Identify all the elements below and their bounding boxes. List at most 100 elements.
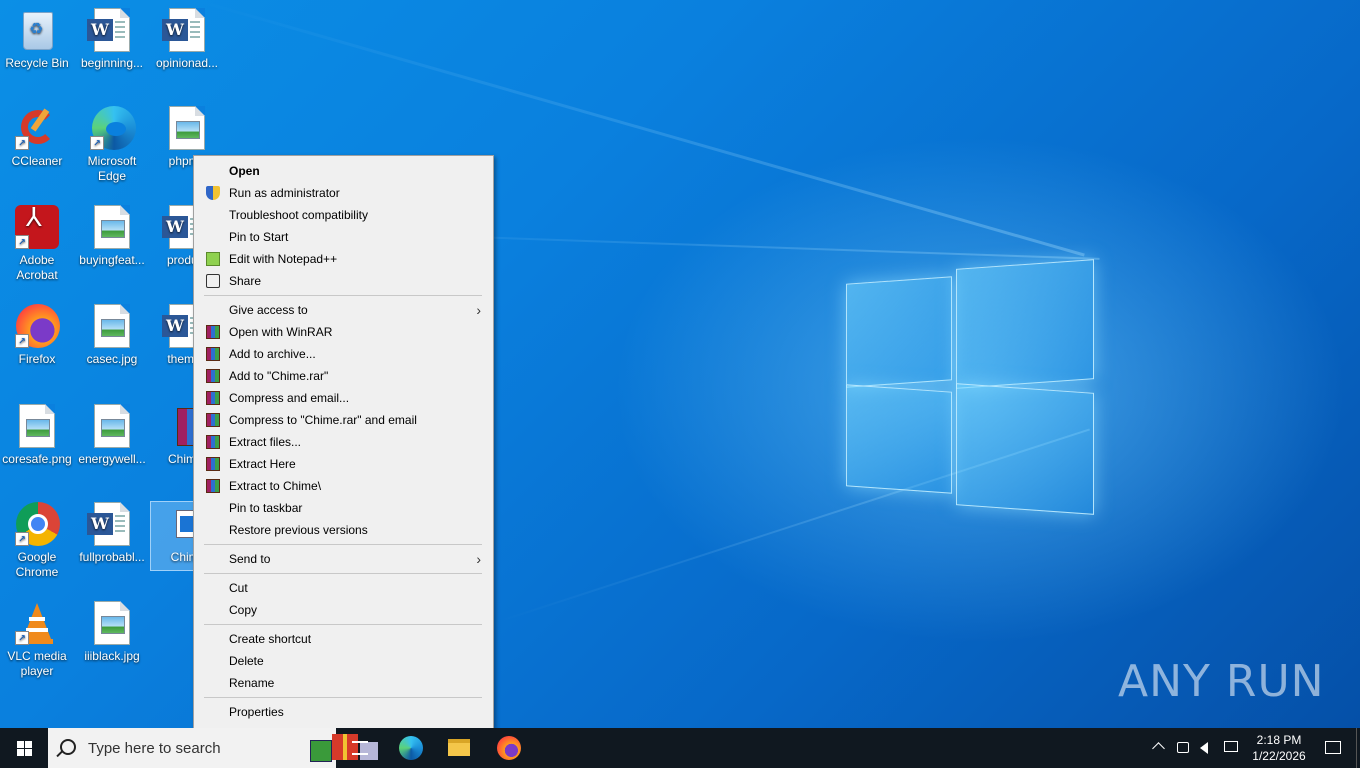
menu-item-restore-versions[interactable]: Restore previous versions [196, 519, 491, 541]
context-menu: Open Run as administrator Troubleshoot c… [193, 155, 494, 729]
winrar-icon [206, 413, 220, 427]
task-view-icon [352, 741, 368, 755]
menu-item-delete[interactable]: Delete [196, 650, 491, 672]
anyrun-watermark: ANY RUN [1118, 656, 1325, 707]
image-file-icon [90, 601, 134, 645]
menu-item-open[interactable]: Open [196, 160, 491, 182]
desktop-icon-label: Recycle Bin [5, 56, 69, 70]
tray-volume-button[interactable] [1197, 728, 1219, 768]
desktop-icon-image[interactable]: buyingfeat... [75, 205, 149, 268]
desktop-icon-doc[interactable]: W fullprobabl... [75, 502, 149, 565]
menu-item-give-access[interactable]: Give access to › [196, 299, 491, 321]
desktop-icon-vlc[interactable]: ↗ VLC media player [0, 601, 74, 679]
desktop-icon-chrome[interactable]: ↗ Google Chrome [0, 502, 74, 580]
desktop-icon-label: casec.jpg [86, 352, 138, 366]
menu-item-pin-to-start[interactable]: Pin to Start [196, 226, 491, 248]
winrar-icon [206, 457, 220, 471]
winrar-icon [206, 325, 220, 339]
menu-item-compress-chime-email[interactable]: Compress to "Chime.rar" and email [196, 409, 491, 431]
image-file-icon [15, 404, 59, 448]
desktop-icon-doc[interactable]: W opinionad... [150, 8, 224, 71]
tray-network-button[interactable] [1221, 728, 1243, 768]
menu-item-edit-notepadpp[interactable]: Edit with Notepad++ [196, 248, 491, 270]
chevron-up-icon [1152, 742, 1165, 755]
network-icon [1224, 741, 1238, 752]
clock-date: 1/22/2026 [1252, 749, 1306, 763]
menu-item-share[interactable]: Share [196, 270, 491, 292]
winrar-icon [206, 435, 220, 449]
winrar-icon [206, 479, 220, 493]
windows-start-icon [17, 741, 32, 756]
desktop-icon-edge[interactable]: ↗ Microsoft Edge [75, 106, 149, 184]
show-desktop-button[interactable] [1356, 728, 1360, 768]
taskbar-file-explorer-button[interactable] [436, 728, 482, 768]
submenu-chevron-icon: › [476, 551, 481, 567]
shortcut-arrow-icon: ↗ [15, 631, 29, 645]
taskbar-search-box[interactable]: Type here to search [48, 728, 378, 768]
desktop-icon-image[interactable]: energywell... [75, 404, 149, 467]
notification-icon [1325, 741, 1341, 754]
submenu-chevron-icon: › [476, 302, 481, 318]
desktop-icon-label: beginning... [80, 56, 144, 70]
image-file-icon [90, 304, 134, 348]
desktop-icon-doc[interactable]: W beginning... [75, 8, 149, 71]
firefox-icon [497, 736, 521, 760]
desktop-icon-firefox[interactable]: ↗ Firefox [0, 304, 74, 367]
menu-item-add-to-chime-rar[interactable]: Add to "Chime.rar" [196, 365, 491, 387]
task-view-button[interactable] [337, 728, 383, 768]
desktop-icon-acrobat[interactable]: ⅄ ↗ Adobe Acrobat [0, 205, 74, 283]
desktop-icon-label: buyingfeat... [79, 253, 145, 267]
desktop-icon-recycle-bin[interactable]: ♻ Recycle Bin [0, 8, 74, 71]
desktop-icon-label: Microsoft Edge [87, 154, 137, 183]
desktop-icon-ccleaner[interactable]: ↗ CCleaner [0, 106, 74, 169]
menu-item-extract-to-chime[interactable]: Extract to Chime\ [196, 475, 491, 497]
menu-item-properties[interactable]: Properties [196, 701, 491, 723]
menu-item-compress-email[interactable]: Compress and email... [196, 387, 491, 409]
chrome-icon: ↗ [15, 502, 60, 546]
desktop-icon-image[interactable]: casec.jpg [75, 304, 149, 367]
desktop-icon-label: Firefox [18, 352, 56, 366]
menu-item-troubleshoot[interactable]: Troubleshoot compatibility [196, 204, 491, 226]
winrar-icon [206, 347, 220, 361]
image-file-icon [165, 106, 209, 150]
menu-item-send-to[interactable]: Send to › [196, 548, 491, 570]
desktop-icon-image[interactable]: coresafe.png [0, 404, 74, 467]
ccleaner-icon: ↗ [15, 106, 59, 150]
menu-item-create-shortcut[interactable]: Create shortcut [196, 628, 491, 650]
taskbar-edge-button[interactable] [388, 728, 434, 768]
acrobat-icon: ⅄ ↗ [15, 205, 59, 249]
menu-separator [204, 544, 482, 545]
word-document-icon: W [87, 8, 134, 52]
desktop-icon-label: CCleaner [11, 154, 63, 168]
menu-item-cut[interactable]: Cut [196, 577, 491, 599]
word-document-icon: W [162, 8, 209, 52]
menu-item-extract-here[interactable]: Extract Here [196, 453, 491, 475]
word-document-icon: W [87, 502, 134, 546]
action-center-button[interactable] [1310, 728, 1356, 768]
shortcut-arrow-icon: ↗ [90, 136, 104, 150]
tray-meet-now-button[interactable] [1173, 728, 1195, 768]
desktop-icon-label: fullprobabl... [79, 550, 145, 564]
taskbar-firefox-button[interactable] [486, 728, 532, 768]
menu-item-extract-files[interactable]: Extract files... [196, 431, 491, 453]
winrar-icon [206, 369, 220, 383]
share-icon [206, 274, 220, 288]
edge-icon: ↗ [90, 106, 136, 150]
taskbar: Type here to search 2:18 PM 1/22/2026 [0, 728, 1360, 768]
menu-item-pin-to-taskbar[interactable]: Pin to taskbar [196, 497, 491, 519]
shortcut-arrow-icon: ↗ [15, 136, 29, 150]
desktop-icon-image[interactable]: iiiblack.jpg [75, 601, 149, 664]
menu-item-copy[interactable]: Copy [196, 599, 491, 621]
winrar-icon [206, 391, 220, 405]
desktop-icon-label: VLC media player [7, 649, 67, 678]
tray-show-hidden-button[interactable] [1150, 728, 1170, 768]
menu-item-rename[interactable]: Rename [196, 672, 491, 694]
taskbar-clock[interactable]: 2:18 PM 1/22/2026 [1244, 732, 1314, 764]
menu-item-run-as-admin[interactable]: Run as administrator [196, 182, 491, 204]
start-button[interactable] [0, 728, 48, 768]
edge-icon [399, 736, 423, 760]
menu-item-add-to-archive[interactable]: Add to archive... [196, 343, 491, 365]
menu-separator [204, 573, 482, 574]
menu-item-open-winrar[interactable]: Open with WinRAR [196, 321, 491, 343]
image-file-icon [90, 205, 134, 249]
